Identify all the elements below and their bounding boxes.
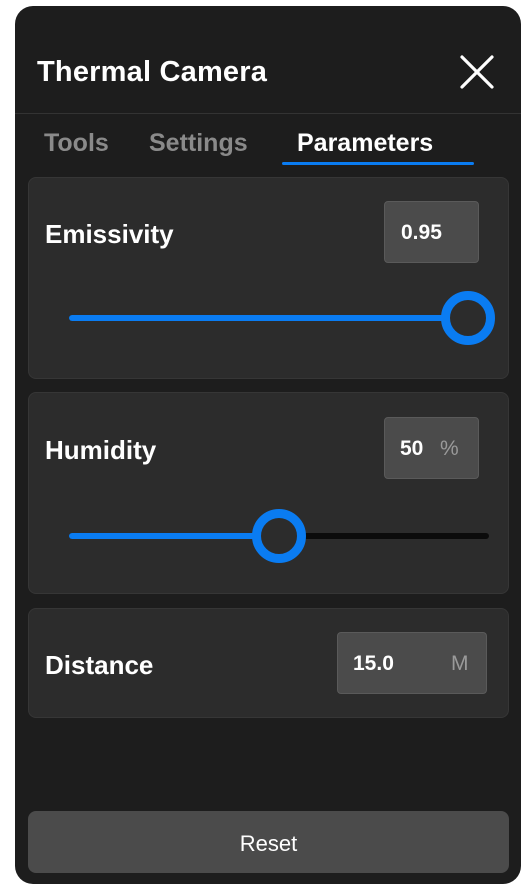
distance-card: Distance 15.0 M	[28, 608, 509, 718]
humidity-unit: %	[440, 437, 459, 460]
active-tab-indicator	[282, 162, 474, 165]
humidity-value-field[interactable]: 50 %	[384, 417, 479, 479]
distance-value-field[interactable]: 15.0 M	[337, 632, 487, 694]
emissivity-label: Emissivity	[45, 219, 174, 249]
tab-parameters[interactable]: Parameters	[297, 129, 433, 158]
slider-thumb[interactable]	[252, 509, 306, 563]
slider-fill	[69, 533, 279, 539]
close-button[interactable]	[455, 50, 499, 94]
distance-label: Distance	[45, 650, 154, 680]
reset-button-label: Reset	[239, 831, 298, 856]
distance-value: 15.0	[353, 652, 394, 675]
tab-bar: Tools Settings Parameters	[15, 114, 521, 174]
humidity-card: Humidity 50 %	[28, 392, 509, 594]
emissivity-slider[interactable]	[69, 288, 495, 348]
emissivity-value: 0.95	[401, 221, 442, 244]
slider-thumb[interactable]	[441, 291, 495, 345]
humidity-slider[interactable]	[69, 506, 489, 566]
emissivity-card: Emissivity 0.95	[28, 177, 509, 379]
emissivity-value-field[interactable]: 0.95	[384, 201, 479, 263]
panel-title: Thermal Camera	[37, 56, 268, 88]
panel-header: Thermal Camera	[15, 6, 521, 114]
distance-unit: M	[451, 652, 469, 675]
tab-settings[interactable]: Settings	[149, 129, 248, 158]
tab-tools[interactable]: Tools	[44, 129, 109, 158]
slider-fill	[69, 315, 468, 321]
reset-button[interactable]: Reset	[28, 811, 509, 873]
thermal-camera-panel: Thermal Camera Tools Settings Parameters…	[15, 6, 521, 884]
humidity-value: 50	[400, 437, 424, 460]
humidity-label: Humidity	[45, 435, 157, 465]
close-icon	[460, 55, 494, 89]
